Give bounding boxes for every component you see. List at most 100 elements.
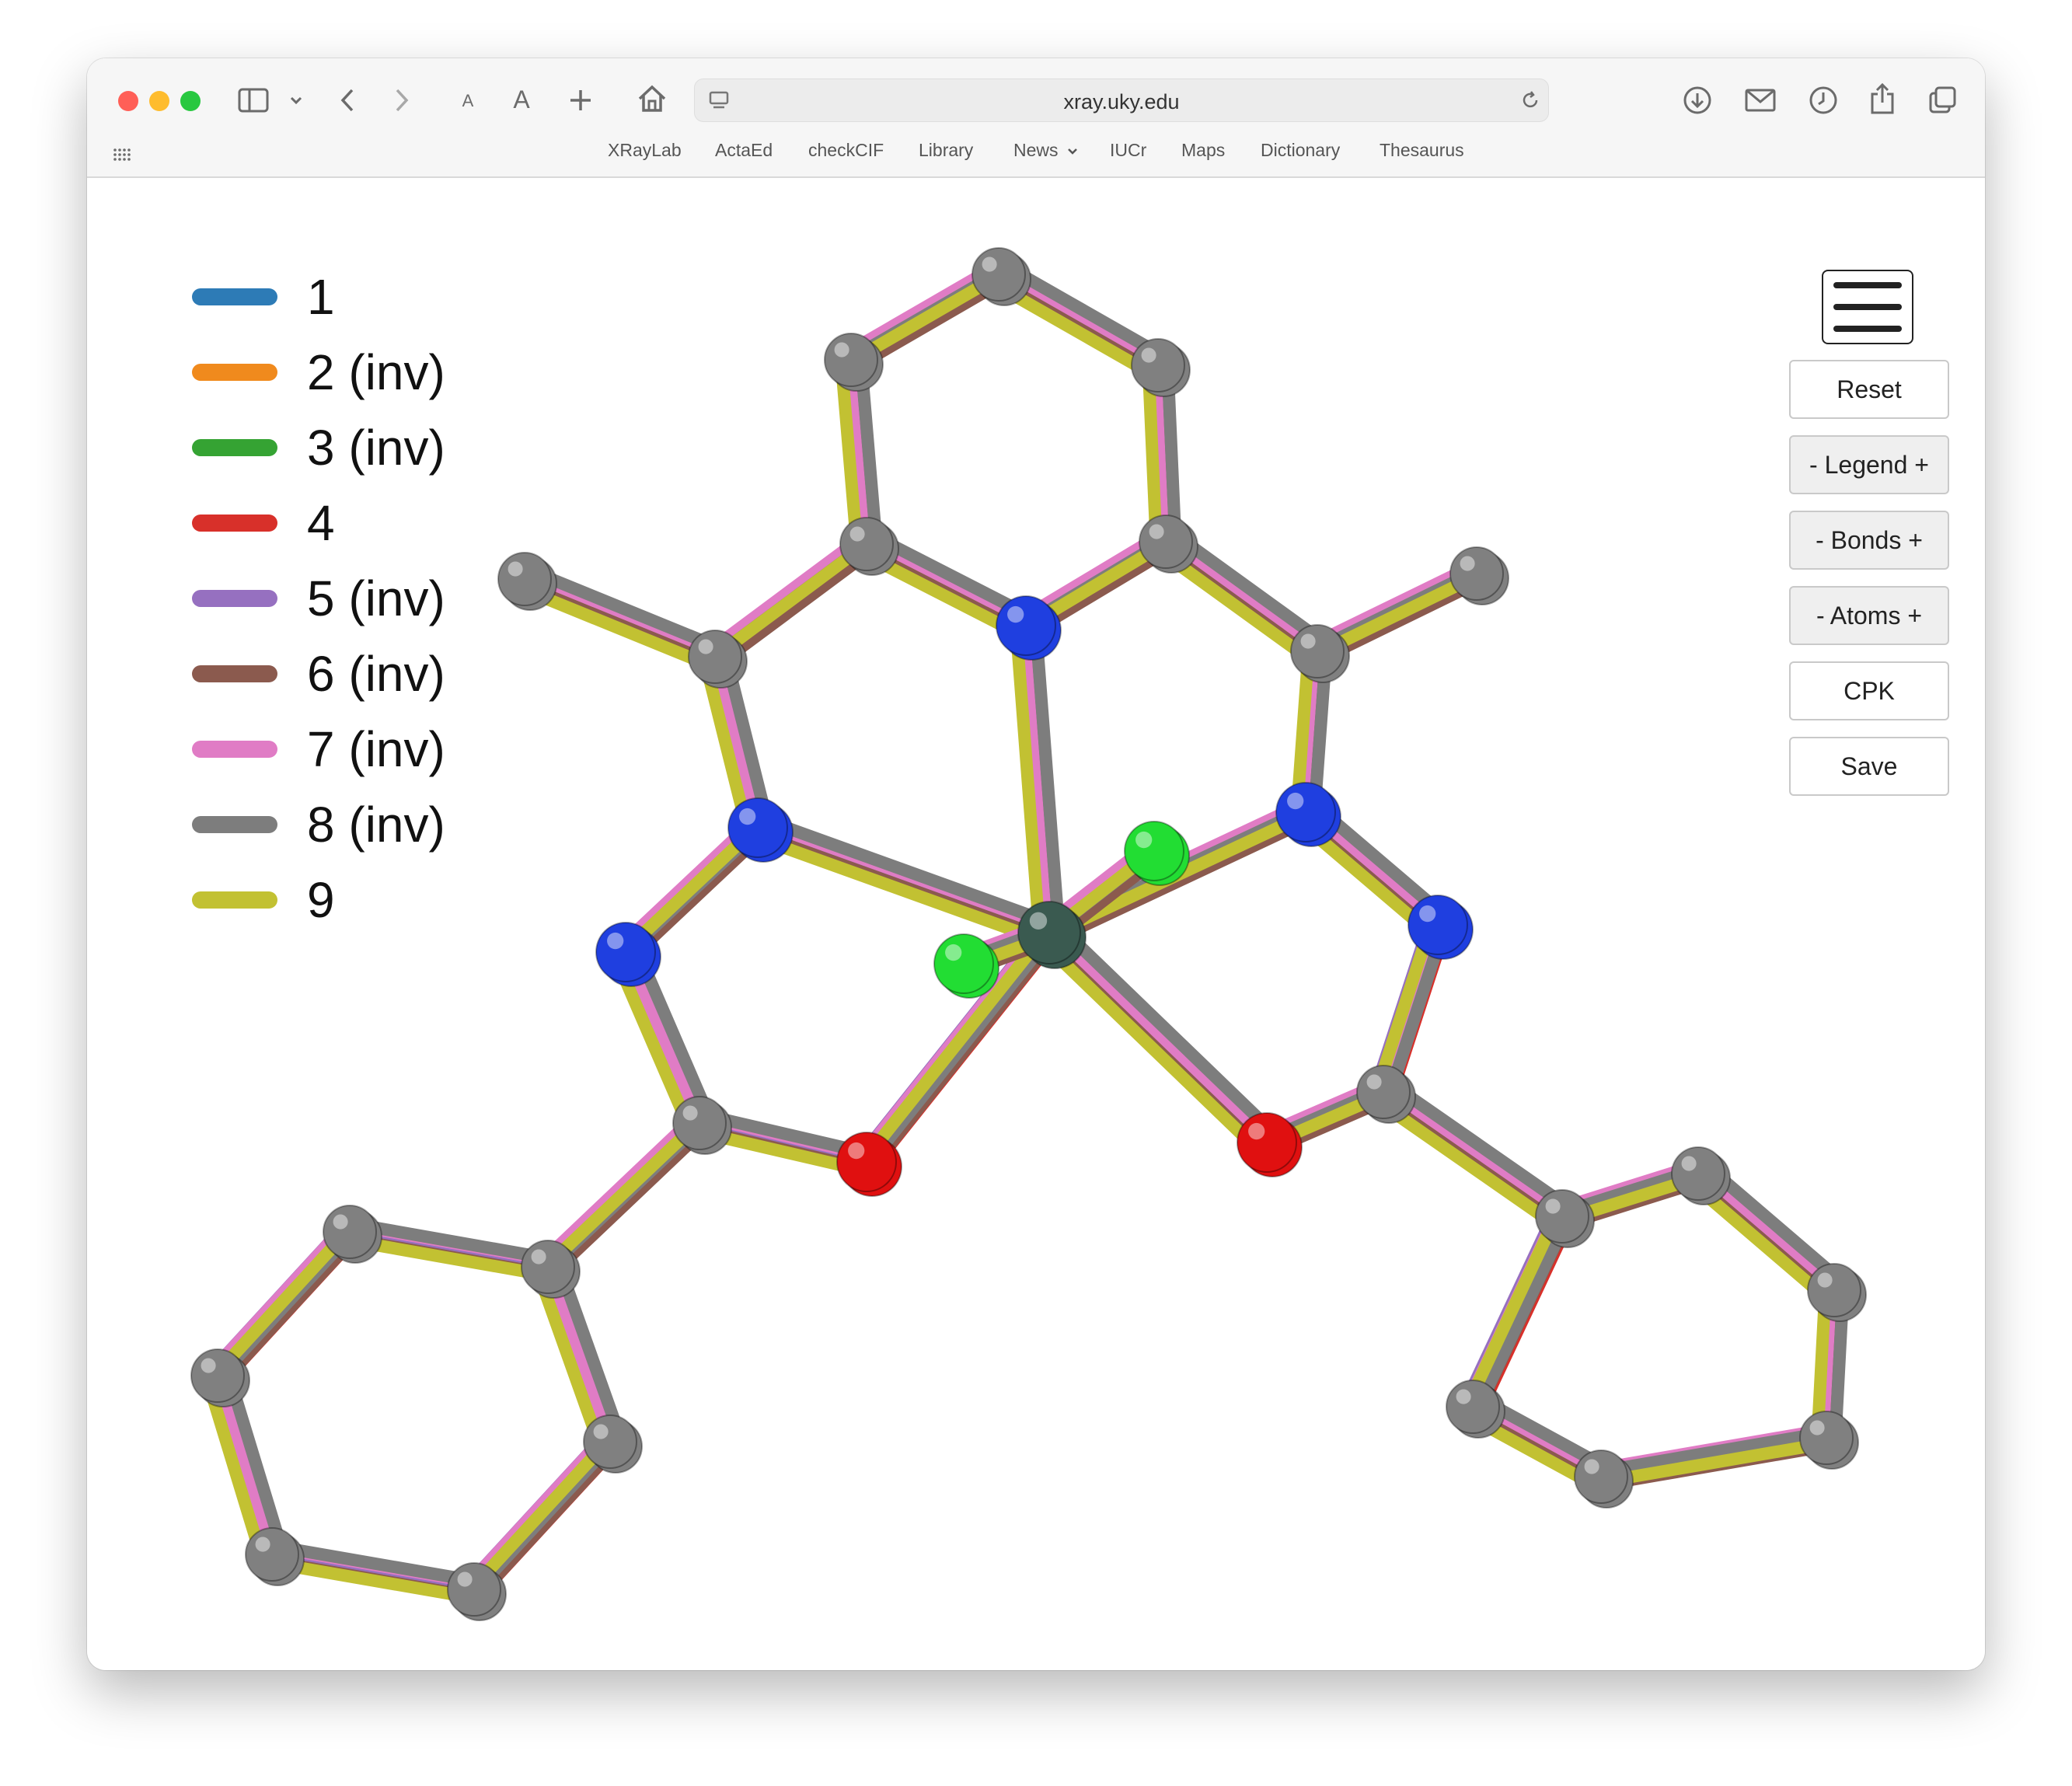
back-icon[interactable]	[336, 85, 359, 116]
close-button[interactable]	[118, 91, 138, 111]
legend-swatch	[192, 816, 277, 833]
legend-swatch	[192, 590, 277, 607]
atom-highlight	[333, 1214, 348, 1230]
legend-label: 4	[307, 495, 335, 551]
legend-swatch	[192, 364, 277, 381]
bookmark-actaed[interactable]: ActaEd	[715, 140, 773, 161]
address-bar[interactable]: xray.uky.edu	[694, 78, 1549, 122]
legend-swatch	[192, 288, 277, 305]
download-icon[interactable]	[1680, 83, 1714, 117]
legend-size-button[interactable]: - Legend +	[1789, 435, 1949, 494]
carbon-atom	[1799, 1411, 1854, 1465]
bookmark-maps[interactable]: Maps	[1181, 140, 1225, 161]
minimize-button[interactable]	[149, 91, 169, 111]
bookmark-xraylab[interactable]: XRayLab	[608, 140, 682, 161]
carbon-atom	[497, 552, 552, 606]
forward-icon[interactable]	[390, 85, 413, 116]
bond	[1046, 934, 1276, 1156]
text-larger-icon[interactable]: A	[507, 83, 536, 116]
carbon-atom	[1535, 1189, 1589, 1244]
atom-highlight	[1029, 912, 1048, 930]
atom-highlight	[255, 1537, 270, 1552]
home-icon[interactable]	[635, 82, 669, 116]
nitrogen-atom	[727, 797, 788, 858]
carbon-atom	[1671, 1146, 1725, 1201]
atom-highlight	[698, 639, 713, 654]
share-icon[interactable]	[1867, 80, 1898, 117]
legend-label: 8 (inv)	[307, 797, 445, 853]
atom-highlight	[1135, 831, 1153, 849]
atom-highlight	[848, 1142, 865, 1160]
bookmarks-bar: XRayLab ActaEd checkCIF Library News IUC…	[87, 140, 1985, 171]
legend-label: 3 (inv)	[307, 420, 445, 476]
carbon-atom	[1446, 1380, 1500, 1434]
atoms-size-button[interactable]: - Atoms +	[1789, 586, 1949, 645]
legend-label: 2 (inv)	[307, 344, 445, 400]
text-smaller-icon[interactable]: A	[456, 88, 480, 114]
carbon-atom	[672, 1096, 727, 1150]
bookmark-news[interactable]: News	[1013, 140, 1079, 161]
nitrogen-atom	[1407, 895, 1468, 955]
bond	[1052, 919, 1282, 1142]
bonds-size-button[interactable]: - Bonds +	[1789, 511, 1949, 570]
nitrogen-atom	[595, 922, 656, 982]
zoom-button[interactable]	[180, 91, 201, 111]
atom-highlight	[1141, 347, 1156, 363]
grid-icon[interactable]	[110, 143, 134, 166]
atom-highlight	[1809, 1420, 1825, 1435]
legend-label: 1	[307, 269, 335, 325]
bookmark-iucr[interactable]: IUCr	[1110, 140, 1146, 161]
atom-highlight	[1545, 1198, 1561, 1214]
bond	[545, 1125, 709, 1281]
bookmark-library[interactable]: Library	[919, 140, 973, 161]
atom-highlight	[982, 256, 997, 272]
chlorine-atom	[1124, 821, 1184, 881]
sidebar-icon[interactable]	[237, 86, 270, 114]
atom-highlight	[201, 1358, 216, 1373]
url-text: xray.uky.edu	[1063, 90, 1180, 113]
bond	[742, 828, 1046, 946]
bond	[1387, 1079, 1578, 1216]
reload-icon[interactable]	[1519, 89, 1542, 112]
bookmark-dictionary[interactable]: Dictionary	[1261, 140, 1340, 161]
save-button[interactable]: Save	[1789, 737, 1949, 796]
legend-label: 5 (inv)	[307, 570, 445, 626]
atom-highlight	[1007, 605, 1024, 623]
hamburger-menu-icon[interactable]	[1822, 270, 1913, 344]
new-tab-icon[interactable]	[565, 85, 596, 116]
carbon-atom	[583, 1414, 637, 1469]
chevron-down-icon[interactable]	[288, 89, 305, 111]
mail-icon[interactable]	[1742, 85, 1778, 116]
tabs-icon[interactable]	[1925, 83, 1959, 117]
chlorine-atom	[933, 933, 994, 994]
legend-label: 6 (inv)	[307, 646, 445, 702]
carbon-atom	[323, 1205, 377, 1259]
nitrogen-atom	[1275, 782, 1336, 842]
nitrogen-atom	[996, 595, 1056, 656]
browser-toolbar: A A xray.uky.edu XRayLab ActaEd checkCIF…	[87, 58, 1985, 178]
atom-highlight	[457, 1571, 473, 1587]
atom-highlight	[1817, 1272, 1833, 1288]
cpk-button[interactable]: CPK	[1789, 661, 1949, 720]
atom-highlight	[1149, 524, 1164, 539]
bookmark-checkcif[interactable]: checkCIF	[808, 140, 884, 161]
atom-highlight	[1287, 792, 1304, 810]
legend-label: 7 (inv)	[307, 721, 445, 777]
carbon-atom	[839, 517, 894, 571]
atom-highlight	[682, 1105, 698, 1121]
legend-label: 9	[307, 872, 335, 928]
reset-button[interactable]: Reset	[1789, 360, 1949, 419]
bond	[539, 1109, 703, 1265]
molecule-viewer[interactable]: 1 2 (inv) 3 (inv) 4 5 (inv) 6 (inv) 7 (i…	[87, 176, 1985, 1670]
atom-highlight	[607, 932, 624, 950]
atom-highlight	[739, 808, 756, 825]
history-icon[interactable]	[1806, 83, 1840, 117]
carbon-atom	[971, 247, 1026, 302]
carbon-atom	[1290, 624, 1345, 678]
legend-swatch	[192, 741, 277, 758]
atom-highlight	[849, 526, 865, 542]
carbon-atom	[1131, 338, 1185, 392]
carbon-atom	[1807, 1263, 1861, 1317]
bookmark-news-label: News	[1013, 140, 1059, 160]
bookmark-thesaurus[interactable]: Thesaurus	[1380, 140, 1464, 161]
